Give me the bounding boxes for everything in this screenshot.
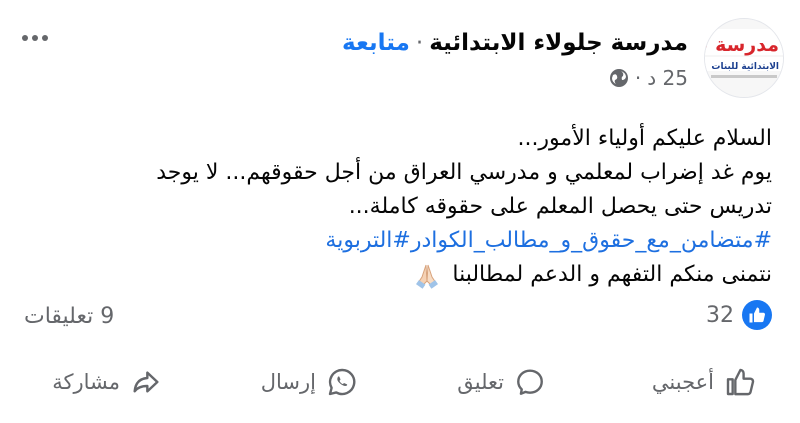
post-line: تدريس حتى يحصل المعلم على حقوقه كاملة... <box>348 194 772 219</box>
like-label: أعجبني <box>651 370 714 394</box>
post-line-text: نتمنى منكم التفهم و الدعم لمطالبنا <box>452 262 772 287</box>
whatsapp-icon <box>328 368 356 396</box>
more-icon-dot <box>22 35 28 41</box>
send-button[interactable]: إرسال <box>261 360 358 404</box>
post-time-link[interactable]: 25 د <box>647 66 688 90</box>
share-label: مشاركة <box>52 370 120 394</box>
post-text: السلام عليكم أولياء الأمور... يوم غد إضر… <box>12 122 772 292</box>
post-line: السلام عليكم أولياء الأمور... <box>517 126 772 151</box>
more-icon-dot <box>42 35 48 41</box>
page-avatar[interactable]: مدرسة جلو الابتدائية للبنات <box>704 18 784 98</box>
like-reaction-icon <box>742 300 772 330</box>
header-separator: · <box>415 30 424 56</box>
hashtag-link[interactable]: #التربوية <box>325 228 410 253</box>
post-header: مدرسة جلولاء الابتدائية·متابعة <box>342 30 688 56</box>
meta-separator: · <box>634 66 642 90</box>
post-line: نتمنى منكم التفهم و الدعم لمطالبنا <box>12 258 772 292</box>
avatar-text-line2: الابتدائية للبنات <box>711 62 779 72</box>
more-icon-dot <box>32 35 38 41</box>
share-button[interactable]: مشاركة <box>52 360 162 404</box>
post-line: يوم غد إضراب لمعلمي و مدرسي العراق من أج… <box>156 160 772 185</box>
send-label: إرسال <box>260 370 316 394</box>
avatar-text-line1: مدرسة جلو <box>705 34 779 56</box>
comment-icon <box>517 369 543 395</box>
more-options-button[interactable] <box>22 28 56 48</box>
reactions-summary[interactable]: 32 <box>706 300 772 330</box>
like-button[interactable]: أعجبني <box>652 360 756 404</box>
globe-icon[interactable] <box>609 68 629 88</box>
hashtags-line: #متضامن_مع_حقوق_و_مطالب_الكوادر#التربوية <box>12 224 772 258</box>
share-icon <box>133 371 159 393</box>
page-name-link[interactable]: مدرسة جلولاء الابتدائية <box>429 30 688 56</box>
comment-button[interactable]: تعليق <box>457 360 546 404</box>
comment-label: تعليق <box>457 370 504 394</box>
folded-hands-icon <box>416 264 439 289</box>
avatar-logo: مدرسة جلو الابتدائية للبنات <box>705 19 783 97</box>
thumbs-up-icon <box>726 368 755 396</box>
post-meta: 25 د · <box>609 66 688 90</box>
hashtag-link[interactable]: #متضامن_مع_حقوق_و_مطالب_الكوادر <box>411 228 772 253</box>
comments-count-link[interactable]: 9 تعليقات <box>24 304 114 329</box>
likes-count: 32 <box>706 302 734 328</box>
follow-button[interactable]: متابعة <box>342 30 410 56</box>
